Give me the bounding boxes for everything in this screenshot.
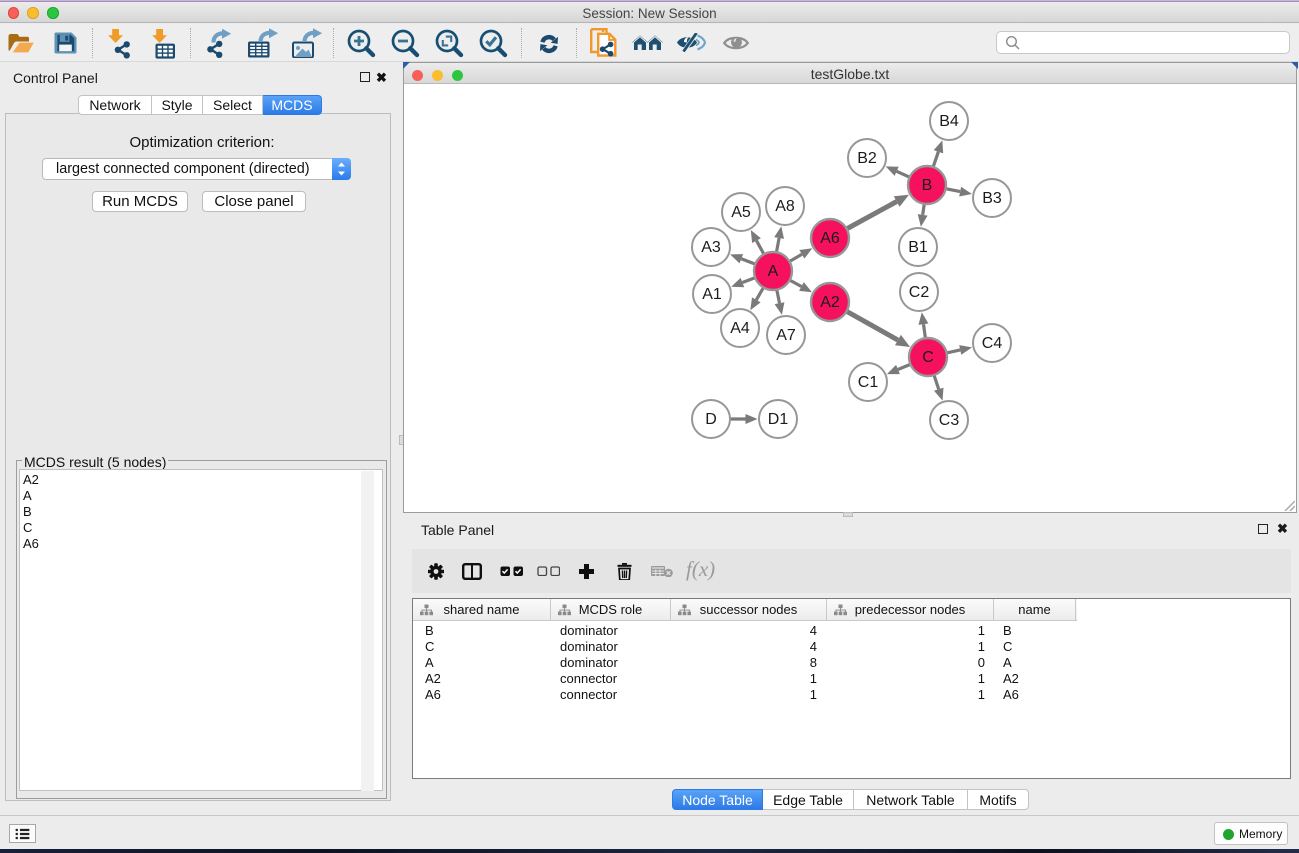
- svg-text:A5: A5: [731, 204, 751, 221]
- svg-text:A3: A3: [701, 239, 721, 256]
- svg-text:C1: C1: [858, 374, 879, 391]
- svg-text:A7: A7: [776, 327, 796, 344]
- svg-text:A6: A6: [820, 230, 840, 247]
- svg-text:C2: C2: [909, 284, 930, 301]
- svg-text:D1: D1: [768, 411, 789, 428]
- svg-text:C3: C3: [939, 412, 960, 429]
- svg-text:A4: A4: [730, 320, 750, 337]
- svg-text:C4: C4: [982, 335, 1003, 352]
- svg-text:B: B: [922, 177, 933, 194]
- svg-text:B2: B2: [857, 150, 877, 167]
- svg-text:C: C: [922, 349, 934, 366]
- svg-text:A2: A2: [820, 294, 840, 311]
- svg-text:A1: A1: [702, 286, 722, 303]
- svg-text:B3: B3: [982, 190, 1002, 207]
- svg-text:B1: B1: [908, 239, 928, 256]
- svg-text:A8: A8: [775, 198, 795, 215]
- svg-text:D: D: [705, 411, 717, 428]
- svg-text:A: A: [768, 263, 779, 280]
- svg-text:B4: B4: [939, 113, 959, 130]
